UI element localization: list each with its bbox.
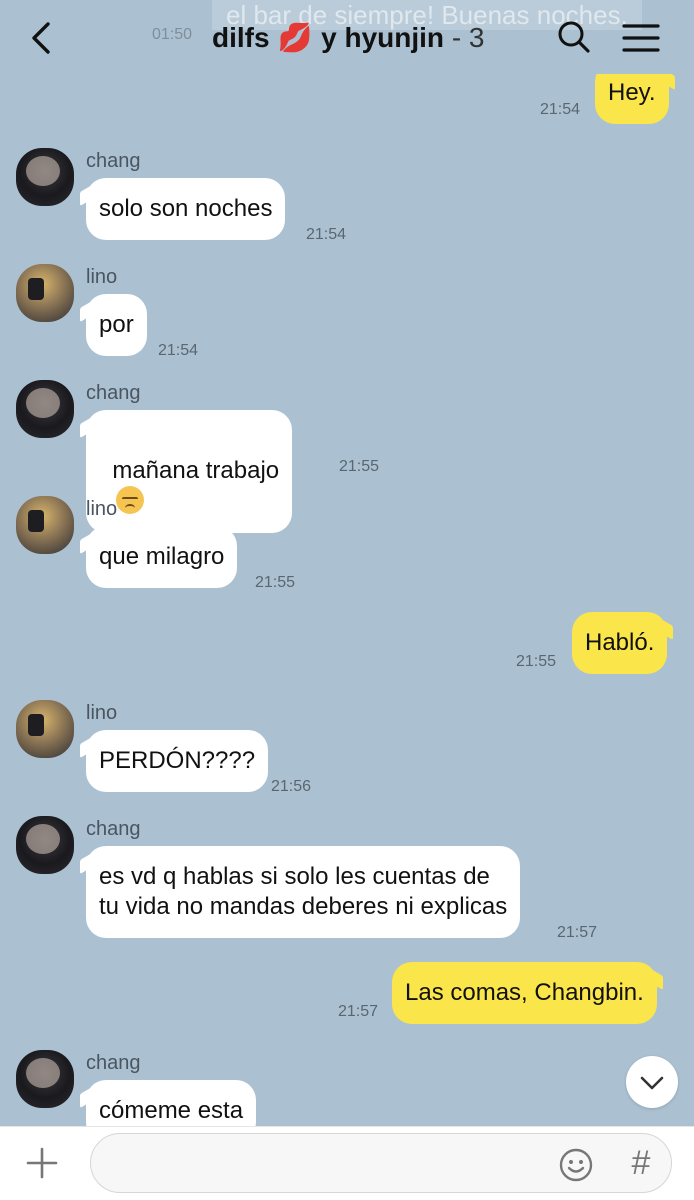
chat-title[interactable]: dilfs 💋 y hyunjin - 3 [212,20,485,56]
outgoing-message[interactable]: Las comas, Changbin. [392,962,657,1024]
message-time: 21:57 [338,1003,379,1020]
chevron-left-icon [32,22,50,54]
message-time: 21:55 [255,574,296,591]
message-time: 21:56 [271,778,312,795]
sender-name: chang [86,382,141,404]
member-count: - 3 [451,22,485,53]
sender-name: lino [86,498,118,520]
incoming-message[interactable]: por [86,294,147,356]
incoming-message[interactable]: es vd q hablas si solo les cuentas de tu… [86,846,521,938]
incoming-message[interactable]: PERDÓN???? [86,730,269,792]
search-icon [558,21,590,53]
message-time: 21:57 [557,924,598,941]
message-time: 21:54 [306,226,347,243]
plus-icon [26,1147,58,1179]
chat-header: el bar de siempre! Buenas noches. 01:50 … [0,0,694,74]
message-time: 21:55 [516,653,557,670]
attach-button[interactable] [24,1145,60,1181]
disappointed-face-icon [116,486,145,514]
chevron-down-icon [640,1076,664,1090]
smiley-icon [559,1148,593,1182]
avatar[interactable] [16,264,74,322]
avatar[interactable] [16,496,74,554]
avatar[interactable] [16,380,74,438]
hamburger-menu-icon [622,24,660,52]
incoming-message[interactable]: que milagro [86,526,238,588]
avatar[interactable] [16,148,74,206]
message-time: 21:54 [540,101,581,118]
search-button[interactable] [554,18,594,58]
message-time: 21:55 [339,458,380,475]
pinned-message-time: 01:50 [152,26,193,43]
sender-name: chang [86,818,141,840]
sender-name: lino [86,266,118,288]
sender-name: chang [86,150,141,172]
avatar[interactable] [16,1050,74,1108]
emoji-button[interactable] [558,1147,594,1183]
chat-title-suffix: y hyunjin [321,22,445,53]
hashtag-button[interactable]: # [626,1143,656,1183]
scroll-to-bottom-button[interactable] [626,1056,678,1108]
outgoing-message[interactable]: Habló. [572,612,668,674]
avatar[interactable] [16,700,74,758]
message-text: mañana trabajo [112,457,280,484]
back-button[interactable] [22,18,62,58]
sender-name: lino [86,702,118,724]
sender-name: chang [86,1052,141,1074]
menu-button[interactable] [620,18,662,58]
incoming-message[interactable]: solo son noches [86,178,286,240]
message-time: 21:54 [158,342,199,359]
kiss-mark-emoji: 💋 [277,22,313,53]
chat-title-prefix: dilfs [212,22,270,53]
message-input-bar: # [0,1126,694,1200]
avatar[interactable] [16,816,74,874]
